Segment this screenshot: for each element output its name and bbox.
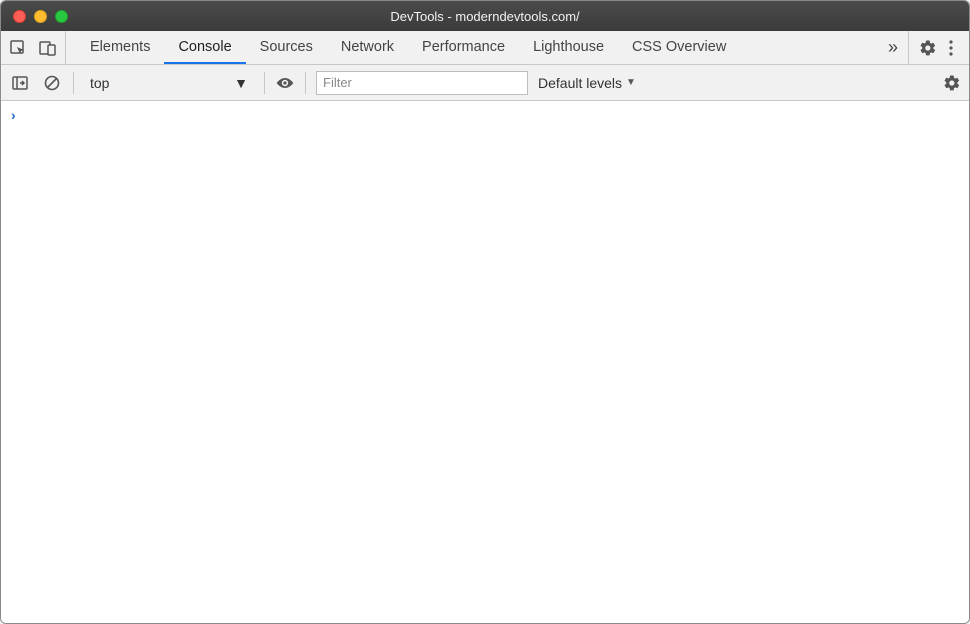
console-settings-icon[interactable] xyxy=(943,74,961,92)
devtools-window: DevTools - moderndevtools.com/ Elements … xyxy=(0,0,970,624)
chevron-down-icon: ▼ xyxy=(626,77,636,88)
close-window-button[interactable] xyxy=(13,10,26,23)
live-expression-icon[interactable] xyxy=(275,74,295,92)
overflow-icon: » xyxy=(888,37,898,58)
tab-lighthouse[interactable]: Lighthouse xyxy=(519,31,618,64)
clear-console-icon[interactable] xyxy=(41,72,63,94)
inspect-tools xyxy=(1,31,66,64)
tab-label: Console xyxy=(178,39,231,55)
console-prompt-icon: › xyxy=(11,107,16,123)
settings-icon[interactable] xyxy=(919,39,937,57)
window-title: DevTools - moderndevtools.com/ xyxy=(1,9,969,24)
tab-label: CSS Overview xyxy=(632,39,726,55)
tab-sources[interactable]: Sources xyxy=(246,31,327,64)
window-controls xyxy=(1,10,68,23)
zoom-window-button[interactable] xyxy=(55,10,68,23)
separator xyxy=(305,72,306,94)
tab-label: Lighthouse xyxy=(533,39,604,55)
tab-performance[interactable]: Performance xyxy=(408,31,519,64)
chevron-down-icon: ▼ xyxy=(234,75,248,91)
minimize-window-button[interactable] xyxy=(34,10,47,23)
tabs-overflow-button[interactable]: » xyxy=(878,31,908,64)
more-options-icon[interactable] xyxy=(943,39,959,57)
filter-input[interactable] xyxy=(316,71,528,95)
inspect-element-icon[interactable] xyxy=(7,37,29,59)
tab-label: Network xyxy=(341,39,394,55)
levels-dropdown[interactable]: Default levels ▼ xyxy=(538,75,636,91)
tab-console[interactable]: Console xyxy=(164,31,245,64)
levels-label: Default levels xyxy=(538,75,622,91)
tab-network[interactable]: Network xyxy=(327,31,408,64)
separator xyxy=(73,72,74,94)
console-sidebar-toggle-icon[interactable] xyxy=(9,72,31,94)
tabstrip-right-tools xyxy=(908,31,969,64)
titlebar: DevTools - moderndevtools.com/ xyxy=(1,1,969,31)
console-output[interactable]: › xyxy=(1,101,969,623)
context-selector[interactable]: top ▼ xyxy=(84,75,254,91)
tab-label: Performance xyxy=(422,39,505,55)
separator xyxy=(264,72,265,94)
tab-css-overview[interactable]: CSS Overview xyxy=(618,31,740,64)
context-label: top xyxy=(90,75,109,91)
tab-label: Elements xyxy=(90,39,150,55)
device-toolbar-icon[interactable] xyxy=(37,37,59,59)
tab-label: Sources xyxy=(260,39,313,55)
panel-tabs: Elements Console Sources Network Perform… xyxy=(66,31,878,64)
tab-elements[interactable]: Elements xyxy=(76,31,164,64)
main-tabstrip: Elements Console Sources Network Perform… xyxy=(1,31,969,65)
console-toolbar: top ▼ Default levels ▼ xyxy=(1,65,969,101)
